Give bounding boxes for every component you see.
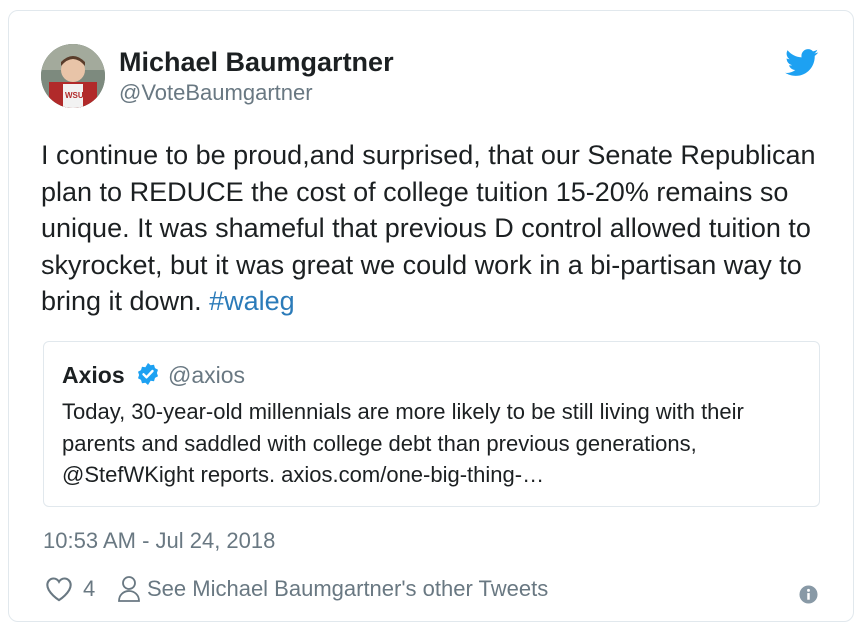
see-other-tweets-link[interactable]: See Michael Baumgartner's other Tweets: [147, 576, 548, 602]
tweet-text: I continue to be proud,and surprised, th…: [41, 137, 821, 320]
author-avatar[interactable]: WSU: [41, 44, 105, 108]
heart-icon[interactable]: [45, 576, 73, 602]
tweet-actions: 4 See Michael Baumgartner's other Tweets: [43, 573, 823, 607]
person-icon: [118, 576, 140, 602]
tweet-timestamp[interactable]: 10:53 AM - Jul 24, 2018: [43, 528, 275, 554]
like-count: 4: [83, 576, 96, 601]
verified-badge-icon: [138, 363, 158, 385]
twitter-bird-icon[interactable]: [785, 49, 819, 77]
embedded-tweet-card: WSU Michael Baumgartner @VoteBaumgartner…: [8, 10, 854, 622]
author-handle[interactable]: @VoteBaumgartner: [119, 80, 313, 106]
tweet-body: I continue to be proud,and surprised, th…: [41, 140, 816, 316]
quoted-author-handle: @axios: [168, 362, 246, 388]
author-name[interactable]: Michael Baumgartner: [119, 47, 394, 78]
quoted-author-name: Axios: [62, 362, 125, 388]
hashtag-link[interactable]: #waleg: [209, 286, 295, 316]
info-icon[interactable]: [799, 585, 818, 604]
quoted-tweet-text: Today, 30-year-old millennials are more …: [62, 399, 744, 487]
quoted-tweet[interactable]: Axios @axios Today, 30-year-old millenni…: [43, 341, 820, 507]
svg-text:WSU: WSU: [65, 91, 84, 100]
